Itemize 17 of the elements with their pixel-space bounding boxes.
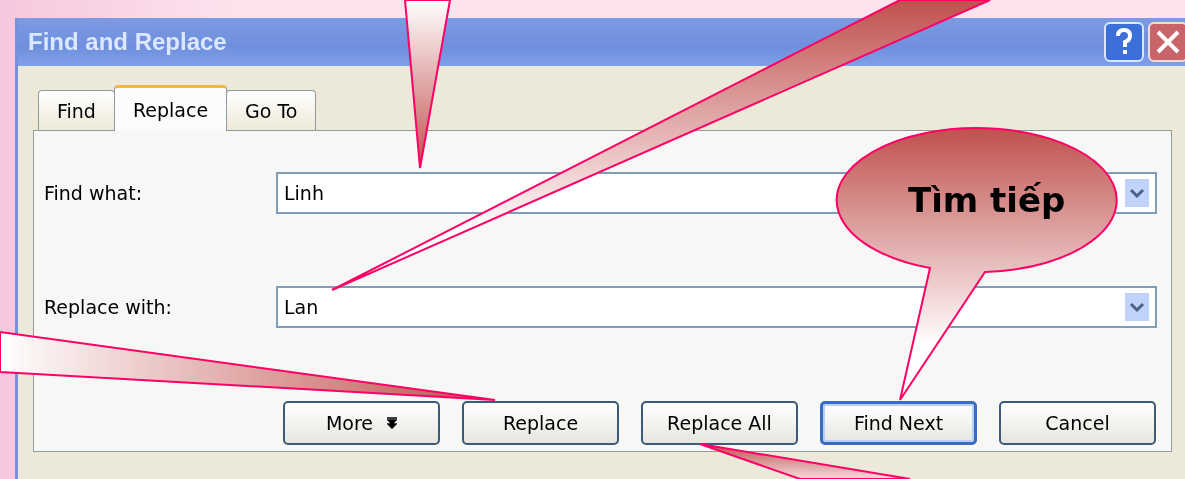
- double-arrow-icon: [387, 417, 398, 429]
- dialog-button[interactable]: Find Next: [820, 401, 977, 445]
- close-icon[interactable]: [1148, 22, 1185, 62]
- combo-field[interactable]: Lan: [276, 286, 1157, 328]
- window-title: Find and Replace: [28, 28, 227, 56]
- field-label: Replace with:: [44, 296, 173, 318]
- dialog-button[interactable]: Cancel: [999, 401, 1156, 445]
- dialog-button[interactable]: Replace All: [641, 401, 798, 445]
- dialog-button[interactable]: More: [283, 401, 440, 445]
- dialog-button[interactable]: Replace: [462, 401, 619, 445]
- tab[interactable]: Find: [38, 90, 115, 130]
- dropdown-icon[interactable]: [1125, 293, 1149, 321]
- dropdown-icon[interactable]: [1125, 179, 1149, 207]
- tab[interactable]: Go To: [226, 90, 317, 130]
- tab[interactable]: Replace: [113, 85, 228, 131]
- help-icon[interactable]: [1104, 22, 1144, 62]
- field-label: Find what:: [44, 182, 144, 204]
